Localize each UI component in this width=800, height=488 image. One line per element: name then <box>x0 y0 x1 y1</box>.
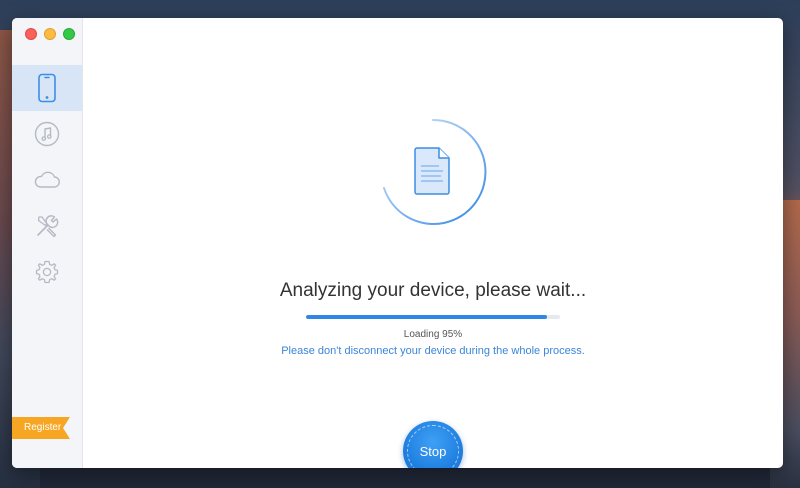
app-window: Register Analyzing your device, please w… <box>12 18 783 468</box>
stop-button[interactable]: Stop <box>403 421 463 468</box>
sidebar-item-icloud[interactable] <box>12 157 82 203</box>
register-button[interactable]: Register <box>12 417 70 439</box>
status-title: Analyzing your device, please wait... <box>279 280 587 301</box>
loading-percentage: Loading 95% <box>403 329 463 340</box>
stop-button-label: Stop <box>419 443 447 459</box>
sidebar-item-settings[interactable] <box>12 249 82 295</box>
document-icon <box>414 147 450 195</box>
sidebar-item-itunes[interactable] <box>12 111 82 157</box>
disconnect-warning: Please don't disconnect your device duri… <box>281 345 585 357</box>
gear-icon <box>35 260 59 284</box>
music-note-icon <box>34 121 60 147</box>
desktop-background: Register Analyzing your device, please w… <box>0 0 800 488</box>
main-content: Analyzing your device, please wait... Lo… <box>83 18 783 468</box>
progress-bar <box>306 315 560 319</box>
tools-icon <box>37 215 59 238</box>
minimize-window-button[interactable] <box>44 28 56 40</box>
sidebar-item-device[interactable] <box>12 65 82 111</box>
zoom-window-button[interactable] <box>63 28 75 40</box>
phone-icon <box>38 73 56 103</box>
close-window-button[interactable] <box>25 28 37 40</box>
progress-bar-fill <box>306 315 548 319</box>
cloud-icon <box>34 171 60 188</box>
window-controls <box>25 28 75 40</box>
sidebar-item-tools[interactable] <box>12 203 82 249</box>
sidebar: Register <box>12 18 83 468</box>
